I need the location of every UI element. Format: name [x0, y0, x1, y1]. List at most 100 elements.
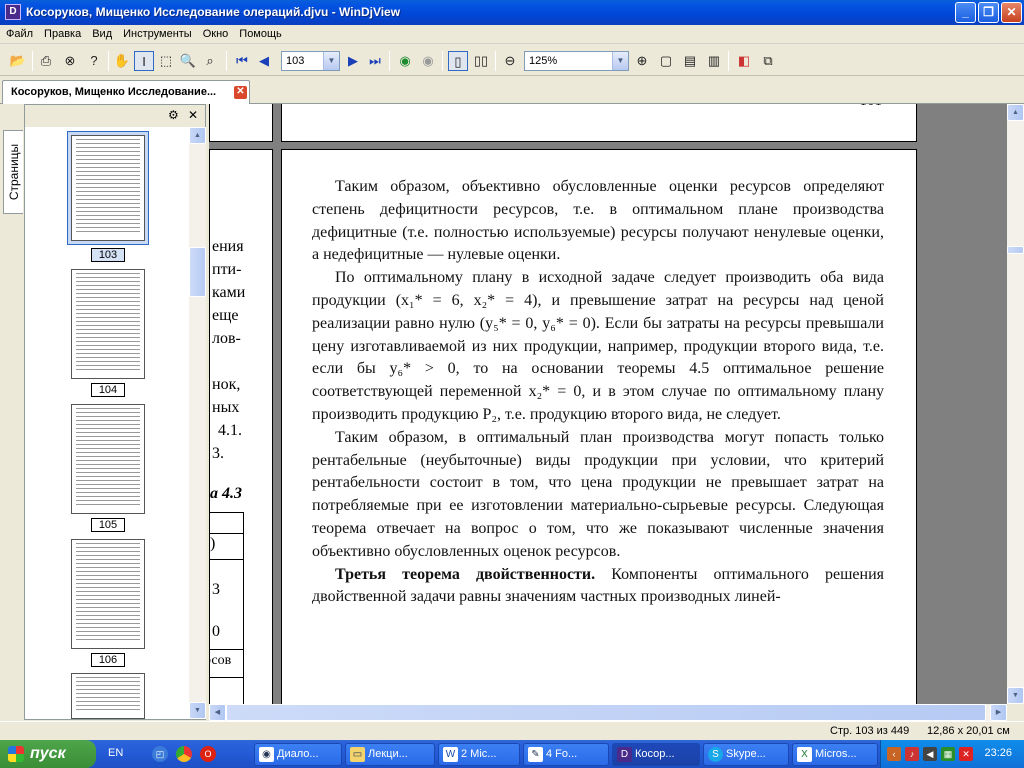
toolbar-separator — [389, 51, 390, 71]
speaker-icon[interactable]: ◀ — [923, 747, 937, 761]
opera-icon[interactable]: O — [200, 746, 216, 762]
tab-pages[interactable]: Страницы — [3, 130, 23, 214]
scroll-down-icon[interactable]: ▼ — [189, 702, 206, 719]
document-horizontal-scrollbar[interactable]: ◀ ▶ — [209, 704, 1007, 721]
single-page-icon[interactable]: ▯ — [448, 51, 468, 71]
document-vertical-scrollbar[interactable]: ▲ ▼ — [1007, 104, 1024, 704]
toolbar-separator — [108, 51, 109, 71]
chevron-down-icon[interactable]: ▼ — [612, 52, 628, 70]
status-bar: Стр. 103 из 449 12,86 x 20,01 см — [0, 721, 1024, 740]
maximize-button[interactable]: ❐ — [978, 2, 999, 23]
rotate-icon[interactable]: ⧉ — [758, 51, 778, 71]
zoom-out-icon[interactable]: ⊖ — [500, 51, 520, 71]
document-view[interactable]: 101 ения пти- ками еще лов- нок, ных 4.1… — [209, 104, 1007, 704]
paragraph: Таким образом, объективно обусловленные … — [312, 178, 884, 264]
minimize-button[interactable]: _ — [955, 2, 976, 23]
menu-view[interactable]: Вид — [86, 25, 117, 40]
zoom-tool-icon[interactable]: 🔍 — [178, 51, 198, 71]
forward-icon[interactable]: ◉ — [418, 51, 438, 71]
desktop-icon[interactable]: ◰ — [152, 746, 168, 762]
thumb-label[interactable]: 105 — [91, 518, 125, 532]
thumbnails-panel: ⚙ ✕ 103 104 105 106 ▲ ▼ — [24, 104, 206, 720]
thumb-label[interactable]: 104 — [91, 383, 125, 397]
print-icon[interactable]: ⎙ — [36, 51, 56, 71]
thumbnails-scrollbar[interactable]: ▲ ▼ — [189, 127, 206, 719]
thumb-label[interactable]: 106 — [91, 653, 125, 667]
document-tab[interactable]: Косоруков, Мищенко Исследование... ✕ — [2, 80, 250, 104]
page-thumbnail[interactable] — [71, 269, 145, 379]
display-mode-icon[interactable]: ◧ — [734, 51, 754, 71]
thumbnails-header: ⚙ ✕ — [25, 105, 205, 127]
page-thumbnail[interactable] — [71, 404, 145, 514]
two-page-icon[interactable]: ▯▯ — [471, 51, 491, 71]
language-indicator[interactable]: EN — [108, 747, 123, 759]
table-caption-fragment: а 4.3 — [210, 485, 242, 502]
fragment-text: ками — [212, 284, 246, 301]
prev-page-icon[interactable]: ◀ — [254, 51, 274, 71]
menu-window[interactable]: Окно — [197, 25, 234, 40]
scroll-up-icon[interactable]: ▲ — [189, 127, 206, 144]
scroll-thumb[interactable] — [189, 247, 206, 297]
start-button[interactable]: пуск — [0, 740, 96, 768]
security-icon[interactable]: ✕ — [959, 747, 973, 761]
thumb-label[interactable]: 103 — [91, 248, 125, 262]
excel-icon: X — [797, 747, 812, 762]
hand-tool-icon[interactable]: ✋ — [112, 51, 132, 71]
menu-file[interactable]: Файл — [0, 25, 38, 40]
paragraph: По оптимальному плану в исходной задаче … — [312, 269, 884, 423]
close-panel-icon[interactable]: ✕ — [188, 108, 198, 122]
table-cell: ) — [210, 535, 216, 552]
taskbar-item-skype[interactable]: S Skype... — [703, 743, 789, 766]
taskbar-item-microsoft[interactable]: X Micros... — [792, 743, 878, 766]
close-tab-icon[interactable]: ✕ — [234, 86, 247, 99]
page-number-value: 103 — [286, 55, 305, 67]
chevron-down-icon[interactable]: ▼ — [323, 52, 339, 70]
chrome-icon[interactable] — [176, 746, 192, 762]
close-button[interactable]: ✕ — [1001, 2, 1022, 23]
help-icon[interactable]: ? — [84, 51, 104, 71]
prev-page-left-fragment — [209, 104, 273, 142]
zoom-in-icon[interactable]: ⊕ — [632, 51, 652, 71]
taskbar-item-forms[interactable]: ✎ 4 Fo... — [523, 743, 609, 766]
tray-app-icon[interactable]: ♪ — [905, 747, 919, 761]
scroll-up-icon[interactable]: ▲ — [1007, 104, 1024, 121]
network-icon[interactable]: ▦ — [941, 747, 955, 761]
page-thumbnail[interactable] — [71, 135, 145, 241]
menu-help[interactable]: Помощь — [233, 25, 287, 40]
rect-select-icon[interactable]: ⬚ — [156, 51, 176, 71]
taskbar-item-word[interactable]: W2 Mic... — [438, 743, 520, 766]
menu-edit[interactable]: Правка — [38, 25, 86, 40]
taskbar-item-dialog[interactable]: ◉ Диало... — [254, 743, 342, 766]
back-icon[interactable]: ◉ — [395, 51, 415, 71]
taskbar-item-lectures[interactable]: ▭ Лекци... — [345, 743, 435, 766]
last-page-icon[interactable]: ⏭ — [365, 51, 385, 71]
scroll-left-icon[interactable]: ◀ — [209, 704, 226, 721]
find-binoculars-icon[interactable]: ⊗ — [60, 51, 80, 71]
table-cell: 0 — [212, 623, 220, 640]
menu-tools[interactable]: Инструменты — [117, 25, 197, 40]
open-folder-icon[interactable]: 📂 — [8, 51, 28, 71]
zoom-rect-icon[interactable]: ⌕ — [200, 51, 220, 71]
first-page-icon[interactable]: ⏮ — [232, 51, 252, 71]
scroll-thumb[interactable] — [1007, 246, 1024, 254]
zoom-combo[interactable]: 125% ▼ — [524, 51, 629, 71]
page-number-combo[interactable]: 103 ▼ — [281, 51, 340, 71]
clock: 23:26 — [984, 747, 1012, 759]
windjview-app-icon[interactable]: D — [5, 4, 21, 20]
actual-size-icon[interactable]: ▥ — [704, 51, 724, 71]
next-page-icon[interactable]: ▶ — [343, 51, 363, 71]
scroll-right-icon[interactable]: ▶ — [990, 704, 1007, 721]
page-thumbnail[interactable] — [71, 539, 145, 649]
gear-icon[interactable]: ⚙ — [168, 108, 179, 122]
page-text: Таким образом, объективно обусловленные … — [312, 176, 884, 609]
scroll-thumb[interactable] — [226, 704, 986, 721]
fit-page-icon[interactable]: ▢ — [656, 51, 676, 71]
prev-page-fragment: 101 — [281, 104, 917, 142]
page-thumbnail[interactable] — [71, 673, 145, 719]
tray-expand-icon[interactable]: ‹ — [887, 747, 901, 761]
fit-width-icon[interactable]: ▤ — [680, 51, 700, 71]
text-select-icon[interactable]: I — [134, 51, 154, 71]
current-page: Таким образом, объективно обусловленные … — [281, 149, 917, 704]
scroll-down-icon[interactable]: ▼ — [1007, 687, 1024, 704]
taskbar-item-windjview[interactable]: D Косор... — [612, 743, 700, 766]
